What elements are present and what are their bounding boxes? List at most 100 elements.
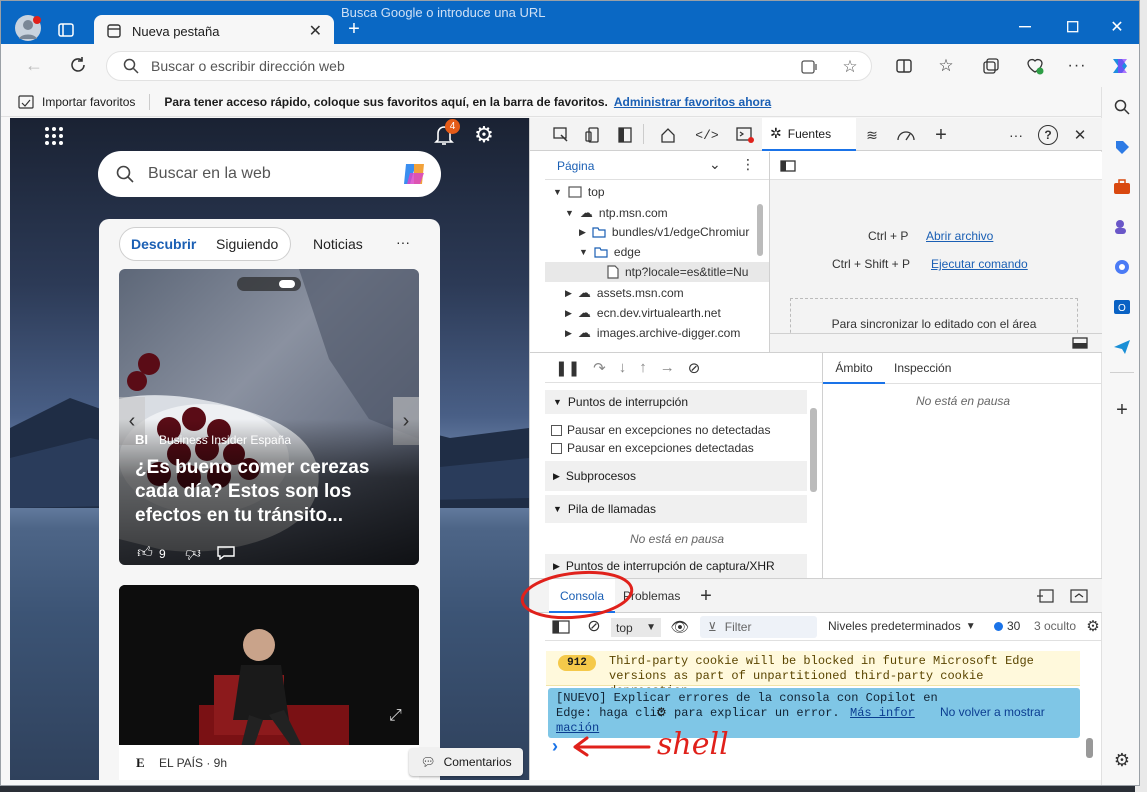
watch-tab[interactable]: Inspección [894, 353, 951, 384]
devtools-more-icon[interactable]: ··· [1006, 126, 1026, 144]
dislike-icon[interactable]: 👍︎ [183, 545, 203, 562]
console-panel-icon[interactable] [735, 126, 755, 144]
more-tools-plus-icon[interactable]: + [931, 124, 951, 146]
device-emulation-icon[interactable] [584, 126, 602, 144]
welcome-home-icon[interactable] [659, 126, 677, 144]
split-screen-icon[interactable] [894, 56, 914, 76]
more-info-link[interactable]: Más infor [850, 706, 915, 720]
add-sidebar-icon[interactable]: + [1112, 399, 1132, 421]
collections-icon[interactable] [981, 56, 1001, 76]
step-out-icon[interactable]: ↑ [639, 359, 647, 376]
browser-essentials-icon[interactable] [1025, 56, 1045, 76]
tab-descubrir[interactable]: Descubrir [131, 236, 196, 252]
breakpoints-section-header[interactable]: ▼ Puntos de interrupción [545, 390, 807, 414]
performance-icon[interactable] [896, 126, 916, 144]
shopping-tag-icon[interactable] [1112, 137, 1132, 157]
deactivate-breakpoints-icon[interactable]: ⊘ [688, 359, 701, 377]
microsoft-365-icon[interactable] [1112, 257, 1132, 277]
elements-icon[interactable]: </> [695, 126, 718, 144]
pause-uncaught-checkbox[interactable]: Pausar en excepciones no detectadas [551, 423, 770, 437]
card-source[interactable]: Business Insider España [159, 433, 291, 447]
page-tab[interactable]: Página [557, 159, 594, 173]
dock-side-icon[interactable] [616, 126, 634, 144]
copilot-search-icon[interactable] [401, 161, 429, 187]
send-icon[interactable] [1112, 337, 1132, 357]
tab-noticias[interactable]: Noticias [313, 236, 363, 252]
pause-caught-checkbox[interactable]: Pausar en excepciones detectadas [551, 441, 754, 455]
log-levels-dropdown[interactable]: Niveles predeterminados ▼ [828, 619, 976, 633]
tab-new-tab[interactable]: Nueva pestaña ✕ [94, 15, 334, 47]
comments-button[interactable]: 💬︎ Comentarios [409, 748, 523, 776]
dont-show-again-link[interactable]: No volver a mostrar [940, 705, 1045, 719]
back-icon[interactable]: ← [23, 54, 45, 76]
drawer-dock-icon[interactable] [1036, 589, 1054, 603]
minimize-icon[interactable] [1013, 17, 1037, 37]
import-favorites-link[interactable]: Importar favoritos [42, 95, 135, 109]
more-menu-icon[interactable]: ··· [1067, 56, 1087, 76]
sources-tab[interactable]: ✲ Fuentes [762, 118, 856, 151]
toggle-debugger-icon[interactable] [1072, 337, 1088, 349]
debugger-scrollbar[interactable] [810, 408, 817, 492]
card2-source[interactable]: EL PAÍS · 9h [159, 756, 227, 770]
console-scrollbar[interactable] [1086, 738, 1093, 758]
navigator-more-icon[interactable]: ⋮ [741, 156, 755, 173]
run-command-link[interactable]: Ejecutar comando [931, 257, 1028, 271]
games-icon[interactable] [1112, 217, 1132, 237]
threads-section-header[interactable]: ▶ Subprocesos [545, 461, 807, 491]
close-devtools-icon[interactable]: ✕ [1070, 126, 1090, 144]
expand-icon[interactable]: ⤢ [389, 707, 402, 725]
close-tab-icon[interactable]: ✕ [309, 21, 322, 41]
manage-favorites-link[interactable]: Administrar favoritos ahora [614, 95, 771, 109]
add-favorite-star-icon[interactable]: ☆ [840, 57, 860, 77]
apps-launcher-icon[interactable] [44, 126, 66, 148]
feed-more-icon[interactable]: ··· [396, 234, 410, 250]
console-settings-icon[interactable]: ⚙ [1085, 617, 1101, 635]
tree-item-ntp-file[interactable]: ntp?locale=es&title=Nu [545, 262, 769, 282]
tree-item-top[interactable]: ▼ top [553, 185, 605, 199]
comment-icon[interactable] [217, 546, 235, 560]
tree-item-edge[interactable]: ▼ edge [579, 245, 641, 259]
pause-icon[interactable]: ❚❚ [555, 359, 580, 377]
tree-item-images[interactable]: ▶ ☁︎ images.archive-digger.com [565, 325, 740, 341]
notifications-bell-icon[interactable]: 4 [434, 119, 460, 146]
help-icon[interactable]: ? [1038, 125, 1058, 145]
card-headline[interactable]: ¿Es bueno comer cerezas cada día? Estos … [135, 456, 375, 528]
step-icon[interactable]: → [660, 359, 675, 376]
refresh-icon[interactable] [67, 54, 89, 76]
step-over-icon[interactable]: ↷ [593, 359, 606, 377]
new-tab-plus-icon[interactable]: + [344, 18, 364, 40]
navigator-chevron-icon[interactable]: ⌄ [709, 156, 721, 173]
open-file-link[interactable]: Abrir archivo [926, 229, 993, 243]
read-aloud-icon[interactable] [800, 58, 820, 76]
close-window-icon[interactable]: ✕ [1105, 17, 1129, 37]
tree-item-assets[interactable]: ▶ ☁︎ assets.msn.com [565, 285, 684, 301]
favorites-icon[interactable]: ☆ [936, 56, 956, 76]
maximize-icon[interactable] [1061, 17, 1085, 37]
callstack-section-header[interactable]: ▼ Pila de llamadas [545, 495, 807, 523]
news-card-cherries[interactable]: ‹ › BI Business Insider España ¿Es bueno… [119, 269, 419, 565]
tools-icon[interactable] [1112, 177, 1132, 197]
toggle-navigator-icon[interactable] [780, 160, 796, 172]
tab-siguiendo[interactable]: Siguiendo [216, 236, 278, 252]
tree-item-bundles[interactable]: ▶ bundles/v1/edgeChromiur [579, 225, 749, 239]
outlook-icon[interactable]: O [1112, 297, 1132, 317]
tree-item-ntp[interactable]: ▼ ☁︎ ntp.msn.com [565, 205, 668, 221]
drawer-collapse-icon[interactable] [1070, 589, 1088, 603]
inspect-element-icon[interactable] [552, 126, 570, 144]
like-icon[interactable]: 👍︎ [135, 544, 155, 561]
sidebar-search-icon[interactable] [1112, 97, 1132, 117]
scope-tab[interactable]: Ámbito [823, 353, 885, 384]
profile-avatar[interactable] [15, 15, 41, 41]
issues-counter[interactable]: 30 [994, 619, 1020, 633]
tree-item-ecn[interactable]: ▶ ☁︎ ecn.dev.virtualearth.net [565, 305, 721, 321]
web-search-box[interactable]: Buscar en la web [98, 151, 441, 197]
sidebar-settings-icon[interactable]: ⚙ [1112, 750, 1132, 770]
step-into-icon[interactable]: ↓ [619, 359, 627, 376]
network-icon[interactable]: ≋ [862, 126, 882, 144]
page-settings-icon[interactable]: ⚙ [472, 122, 496, 147]
tree-scrollbar[interactable] [757, 204, 763, 256]
navigator-header: Página ⌄ ⋮ [545, 152, 769, 180]
address-bar[interactable]: Buscar o escribir dirección web ☆ [106, 51, 872, 81]
copilot-icon[interactable] [1107, 53, 1133, 79]
workspaces-icon[interactable] [56, 21, 76, 39]
